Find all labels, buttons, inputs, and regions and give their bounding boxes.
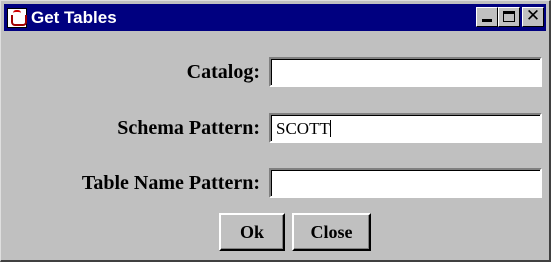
schema-pattern-field[interactable]: SCOTT [269, 113, 542, 143]
schema-pattern-value: SCOTT [276, 119, 330, 138]
title-bar[interactable]: Get Tables ✕ [4, 4, 546, 31]
schema-pattern-label: Schema Pattern: [117, 117, 260, 139]
close-button-label: Close [310, 221, 353, 242]
get-tables-dialog: Get Tables ✕ Catalog: Schema Pattern: SC… [0, 0, 551, 262]
maximize-icon [503, 11, 515, 22]
catalog-field[interactable] [269, 57, 542, 87]
ok-button[interactable]: Ok [219, 213, 285, 251]
table-name-pattern-field[interactable] [269, 168, 542, 198]
close-button[interactable]: Close [292, 213, 371, 251]
minimize-icon [482, 19, 492, 22]
minimize-button[interactable] [476, 7, 498, 27]
table-name-pattern-label: Table Name Pattern: [81, 172, 260, 194]
close-icon: ✕ [525, 6, 541, 26]
text-caret [329, 120, 331, 137]
maximize-button[interactable] [498, 7, 520, 27]
catalog-label: Catalog: [186, 61, 260, 83]
close-window-button[interactable]: ✕ [522, 6, 544, 27]
ok-button-label: Ok [239, 221, 264, 242]
java-cup-icon [7, 7, 27, 28]
window-controls: ✕ [476, 6, 544, 27]
window-title: Get Tables [31, 7, 117, 27]
